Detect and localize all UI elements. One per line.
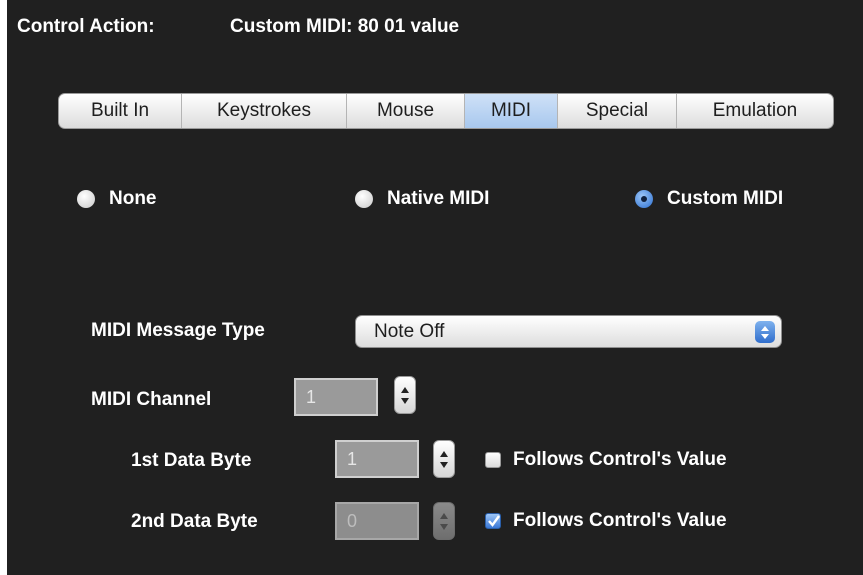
midi-message-type-select[interactable]: Note Off (355, 315, 782, 348)
data-byte-2-label: 2nd Data Byte (131, 511, 258, 532)
data-byte-2-follows-checkbox[interactable]: Follows Control's Value (485, 510, 727, 532)
stepper-down-icon (401, 397, 409, 404)
data-byte-1-stepper[interactable] (433, 440, 455, 478)
tab-midi[interactable]: MIDI (465, 94, 558, 128)
radio-none[interactable]: None (77, 187, 157, 211)
midi-message-type-value: Note Off (374, 321, 445, 342)
data-byte-2-follows-label: Follows Control's Value (513, 510, 727, 531)
control-action-label: Control Action: (17, 16, 155, 37)
tab-mouse[interactable]: Mouse (347, 94, 465, 128)
select-arrows-icon (755, 321, 775, 343)
radio-none-label: None (109, 188, 157, 209)
control-action-panel: Control Action: Custom MIDI: 80 01 value… (7, 0, 863, 575)
checkbox-empty-icon[interactable] (485, 452, 501, 468)
checkmark-icon[interactable] (485, 513, 501, 529)
radio-custom-midi[interactable]: Custom MIDI (635, 187, 783, 211)
midi-message-type-label: MIDI Message Type (91, 320, 265, 341)
stepper-up-icon (440, 450, 448, 457)
stepper-up-icon (440, 512, 448, 519)
radio-custom-midi-label: Custom MIDI (667, 188, 784, 209)
midi-channel-label: MIDI Channel (91, 389, 212, 410)
data-byte-1-label: 1st Data Byte (131, 450, 252, 471)
radio-none-button[interactable] (77, 190, 95, 208)
radio-native-midi-label: Native MIDI (387, 188, 490, 209)
radio-custom-midi-button[interactable] (635, 190, 653, 208)
data-byte-1-follows-checkbox[interactable]: Follows Control's Value (485, 449, 727, 471)
radio-native-midi[interactable]: Native MIDI (355, 187, 489, 211)
data-byte-2-stepper[interactable] (433, 502, 455, 540)
stepper-down-icon (440, 523, 448, 530)
data-byte-2-field[interactable]: 0 (335, 502, 419, 540)
tab-emulation[interactable]: Emulation (677, 94, 833, 128)
stepper-up-icon (401, 386, 409, 393)
tab-built-in[interactable]: Built In (59, 94, 182, 128)
midi-channel-stepper[interactable] (394, 376, 416, 414)
midi-channel-field[interactable]: 1 (294, 378, 378, 416)
data-byte-1-field[interactable]: 1 (335, 440, 419, 478)
action-type-tabs: Built In Keystrokes Mouse MIDI Special E… (58, 93, 834, 129)
tab-keystrokes[interactable]: Keystrokes (182, 94, 347, 128)
data-byte-1-follows-label: Follows Control's Value (513, 449, 727, 470)
stepper-down-icon (440, 461, 448, 468)
control-action-value: Custom MIDI: 80 01 value (230, 16, 460, 37)
tab-special[interactable]: Special (558, 94, 677, 128)
radio-native-midi-button[interactable] (355, 190, 373, 208)
